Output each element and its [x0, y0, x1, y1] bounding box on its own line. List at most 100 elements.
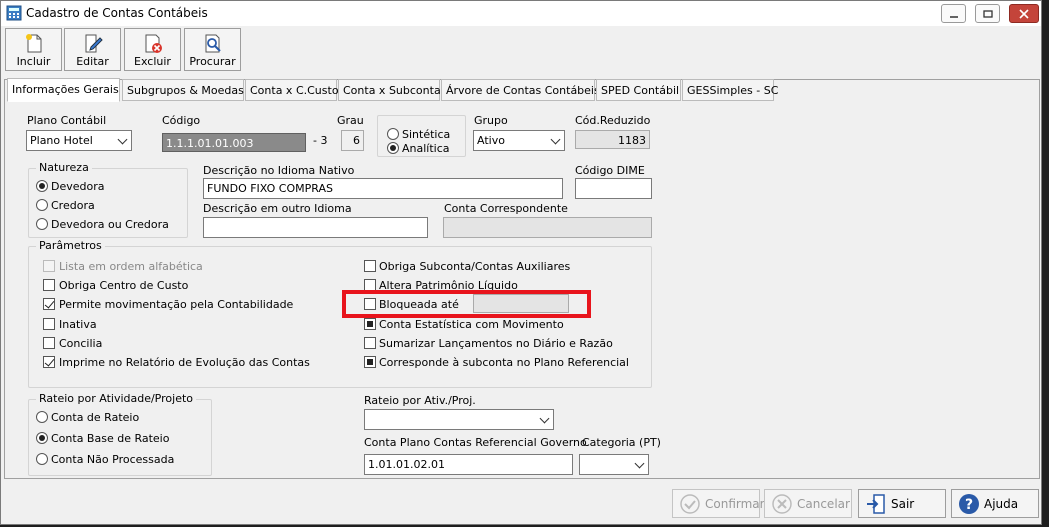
plano-select[interactable]: Plano Hotel [26, 130, 132, 151]
tab-gessimples[interactable]: GESSimples - SC [682, 79, 778, 101]
credora-radio[interactable] [36, 199, 48, 211]
delete-document-icon [145, 34, 162, 53]
inativa-label: Inativa [59, 318, 97, 331]
bottom-bar: Confirmar Cancelar Sair ? Ajuda [1, 484, 1041, 524]
help-icon: ? [959, 494, 979, 514]
grupo-label: Grupo [474, 114, 508, 127]
ref-input[interactable]: 1.01.01.02.01 [364, 454, 573, 475]
conta-estatistica-label: Conta Estatística com Movimento [379, 318, 564, 331]
rateio-title: Rateio por Atividade/Projeto [36, 392, 196, 405]
minimize-icon [949, 15, 958, 18]
sumarizar-label: Sumarizar Lançamentos no Diário e Razão [379, 337, 613, 350]
cancelar-button[interactable]: Cancelar [764, 489, 852, 518]
obriga-subconta-checkbox[interactable] [364, 260, 376, 272]
close-button[interactable] [1009, 4, 1039, 23]
codigo-label: Código [162, 114, 201, 127]
rateio-ativ-select[interactable] [364, 409, 554, 430]
parametros-title: Parâmetros [36, 239, 105, 252]
permite-movimentacao-label: Permite movimentação pela Contabilidade [59, 298, 294, 311]
ajuda-button[interactable]: ? Ajuda [951, 489, 1039, 518]
desc-outro-input[interactable] [203, 217, 428, 238]
analitica-radio[interactable] [387, 142, 399, 154]
window-title: Cadastro de Contas Contábeis [26, 6, 208, 20]
svg-text:?: ? [965, 497, 973, 513]
sair-button[interactable]: Sair [858, 489, 946, 518]
tab-conta-subconta[interactable]: Conta x Subconta [338, 79, 441, 101]
conta-estatistica-checkbox[interactable] [364, 318, 376, 330]
lista-alfabetica-checkbox [43, 260, 55, 272]
exit-icon [867, 494, 885, 514]
sintetica-radio[interactable] [387, 128, 399, 140]
desc-outro-label: Descrição em outro Idioma [203, 202, 352, 215]
devedora-credora-radio[interactable] [36, 218, 48, 230]
grau-label: Grau [337, 114, 364, 127]
imprime-relatorio-label: Imprime no Relatório de Evolução das Con… [59, 356, 310, 369]
codigo-suffix: - 3 [313, 134, 328, 147]
obriga-centro-checkbox[interactable] [43, 279, 55, 291]
calculator-icon [6, 5, 22, 21]
devedora-label: Devedora [51, 180, 105, 193]
tab-panel: Informações Gerais Subgrupos & Moedas Co… [4, 78, 1040, 479]
tab-informacoes-gerais[interactable]: Informações Gerais [7, 78, 120, 102]
dime-label: Código DIME [575, 164, 645, 177]
conta-nao-processada-radio[interactable] [36, 453, 48, 465]
ref-label: Conta Plano Contas Referencial Governo [364, 436, 587, 449]
lista-alfabetica-label: Lista em ordem alfabética [59, 260, 203, 273]
codred-label: Cód.Reduzido [575, 114, 651, 127]
concilia-checkbox[interactable] [43, 337, 55, 349]
tab-subgrupos-moedas[interactable]: Subgrupos & Moedas [122, 79, 244, 101]
sumarizar-checkbox[interactable] [364, 337, 376, 349]
grau-input: 6 [341, 130, 364, 151]
close-icon [1019, 8, 1029, 19]
codred-input: 1183 [575, 130, 650, 149]
highlight-box [342, 290, 591, 318]
cancel-icon [772, 494, 792, 514]
analitica-label: Analítica [402, 142, 450, 155]
new-document-icon [25, 34, 41, 53]
excluir-button[interactable]: Excluir [124, 28, 181, 71]
restore-icon [982, 9, 993, 18]
search-icon [205, 34, 221, 53]
conta-nao-processada-label: Conta Não Processada [51, 453, 175, 466]
rateio-ativ-label: Rateio por Ativ./Proj. [364, 394, 476, 407]
cadastro-window: Cadastro de Contas Contábeis Incluir Edi… [0, 0, 1042, 525]
incluir-button[interactable]: Incluir [5, 28, 62, 71]
tab-arvore-contas[interactable]: Árvore de Contas Contábeis [441, 79, 600, 101]
obriga-subconta-label: Obriga Subconta/Contas Auxiliares [379, 260, 571, 273]
codigo-input[interactable]: 1.1.1.01.01.003 [162, 133, 306, 152]
minimize-button[interactable] [941, 4, 966, 23]
natureza-title: Natureza [36, 161, 92, 174]
categoria-label: Categoria (PT) [582, 436, 661, 449]
maximize-button[interactable] [975, 4, 1000, 23]
grupo-select[interactable]: Ativo [473, 130, 565, 151]
editar-button[interactable]: Editar [64, 28, 121, 71]
corresponde-subconta-checkbox[interactable] [364, 356, 376, 368]
concilia-label: Concilia [59, 337, 103, 350]
confirmar-button[interactable]: Confirmar [672, 489, 765, 518]
tab-conta-ccusto[interactable]: Conta x C.Custo [245, 79, 339, 101]
permite-movimentacao-checkbox[interactable] [43, 298, 55, 310]
conta-rateio-label: Conta de Rateio [51, 411, 140, 424]
tab-sped-contabil[interactable]: SPED Contábil [596, 79, 681, 101]
categoria-select[interactable] [579, 454, 649, 475]
correspondente-input [443, 217, 652, 238]
title-bar: Cadastro de Contas Contábeis [1, 1, 1041, 26]
imprime-relatorio-checkbox[interactable] [43, 356, 55, 368]
credora-label: Credora [51, 199, 95, 212]
correspondente-label: Conta Correspondente [444, 202, 568, 215]
obriga-centro-label: Obriga Centro de Custo [59, 279, 189, 292]
conta-rateio-radio[interactable] [36, 411, 48, 423]
corresponde-subconta-label: Corresponde à subconta no Plano Referenc… [379, 356, 629, 369]
dime-input[interactable] [575, 178, 652, 199]
conta-base-rateio-radio[interactable] [36, 432, 48, 444]
check-icon [680, 494, 700, 514]
devedora-credora-label: Devedora ou Credora [51, 218, 169, 231]
procurar-button[interactable]: Procurar [184, 28, 241, 71]
toolbar: Incluir Editar Excluir Procurar [1, 26, 1041, 74]
sintetica-label: Sintética [402, 128, 451, 141]
inativa-checkbox[interactable] [43, 318, 55, 330]
desc-nativo-label: Descrição no Idioma Nativo [203, 164, 355, 177]
devedora-radio[interactable] [36, 180, 48, 192]
desc-nativo-input[interactable]: FUNDO FIXO COMPRAS [203, 178, 563, 199]
plano-label: Plano Contábil [27, 114, 107, 127]
